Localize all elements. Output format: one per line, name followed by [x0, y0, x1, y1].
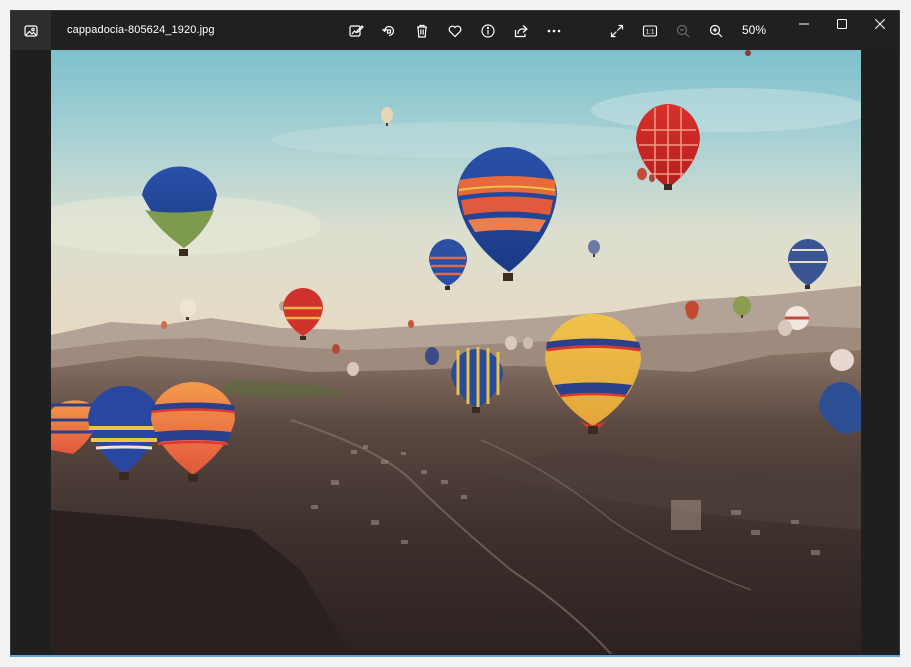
trash-icon	[417, 24, 427, 38]
delete-button[interactable]	[409, 18, 435, 44]
actual-size-icon: 1:1	[642, 25, 658, 37]
expand-icon	[610, 24, 624, 38]
info-button[interactable]	[475, 18, 501, 44]
more-options-button[interactable]	[541, 18, 567, 44]
share-icon	[514, 25, 528, 38]
zoom-level-indicator[interactable]: 50%	[737, 23, 771, 37]
cloud	[591, 88, 861, 132]
balloon	[425, 347, 439, 365]
balloon	[830, 349, 854, 371]
title-bar: cappadocia-805624_1920.jpg 1:1 50%	[11, 11, 899, 50]
cappadocia-balloons-photo	[51, 50, 861, 654]
file-name-title: cappadocia-805624_1920.jpg	[67, 24, 215, 36]
actual-size-label: 1:1	[645, 29, 654, 36]
actual-size-button[interactable]: 1:1	[637, 18, 663, 44]
minimize-icon	[799, 23, 809, 25]
balloon	[332, 344, 340, 354]
balloon	[347, 362, 359, 376]
photo-viewer-window: cappadocia-805624_1920.jpg 1:1 50%	[10, 10, 900, 657]
minimize-button[interactable]	[785, 11, 823, 37]
more-dots-icon	[547, 29, 561, 33]
close-icon	[875, 19, 885, 29]
balloon	[637, 168, 647, 180]
window-accent-border	[10, 655, 900, 657]
zoom-out-button[interactable]	[670, 18, 696, 44]
zoom-in-icon	[709, 24, 723, 38]
cloud	[271, 122, 671, 158]
maximize-icon	[837, 19, 847, 29]
zoom-out-icon	[676, 24, 690, 38]
rotate-button[interactable]	[376, 18, 402, 44]
edit-image-icon	[349, 25, 364, 37]
rotate-icon	[382, 25, 395, 37]
edit-image-button[interactable]	[343, 18, 369, 44]
balloon	[161, 321, 167, 329]
share-button[interactable]	[508, 18, 534, 44]
balloon	[603, 298, 609, 306]
balloon	[505, 336, 517, 350]
balloon	[745, 50, 751, 56]
favorite-button[interactable]	[442, 18, 468, 44]
heart-icon	[448, 25, 462, 38]
photos-app-icon[interactable]	[11, 11, 51, 50]
balloon	[523, 337, 533, 349]
balloon	[778, 320, 792, 336]
maximize-button[interactable]	[823, 11, 861, 37]
info-icon	[481, 24, 495, 38]
close-button[interactable]	[861, 11, 899, 37]
photo-canvas[interactable]	[51, 50, 861, 654]
fullscreen-button[interactable]	[604, 18, 630, 44]
image-viewport[interactable]	[11, 50, 899, 656]
zoom-in-button[interactable]	[703, 18, 729, 44]
balloon	[408, 320, 414, 328]
